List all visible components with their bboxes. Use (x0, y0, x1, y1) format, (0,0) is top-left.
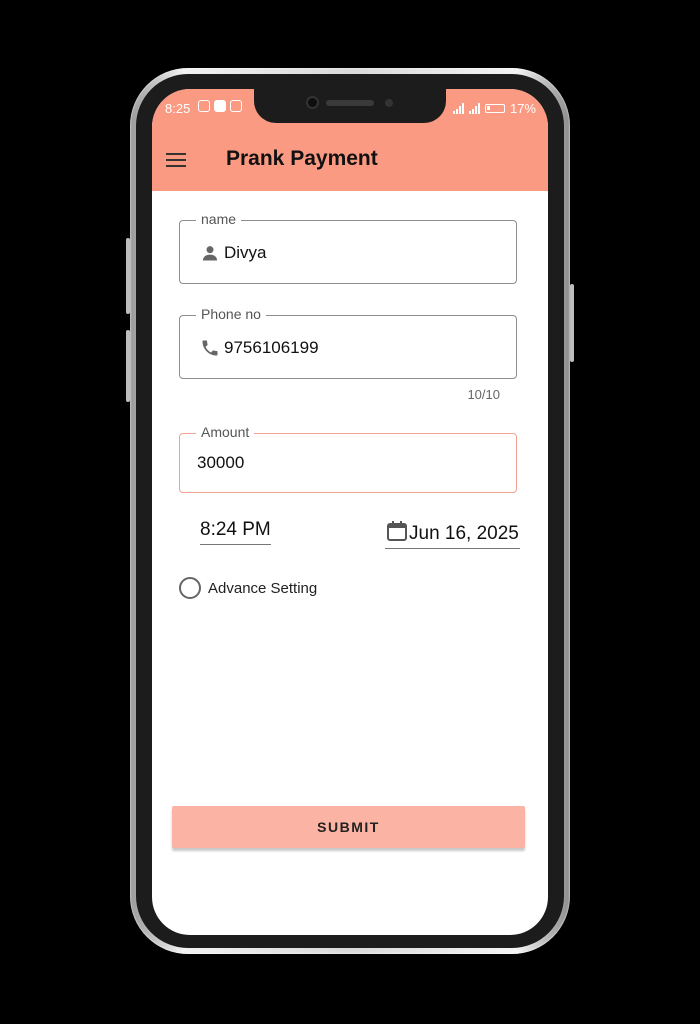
name-label: name (196, 211, 242, 227)
date-value: Jun 16, 2025 (409, 523, 519, 544)
proximity-sensor (385, 99, 393, 107)
volume-down-button (126, 330, 130, 402)
front-camera (306, 96, 319, 109)
app-notification-icon (214, 100, 226, 112)
name-value: Divya (224, 243, 267, 262)
notification-icons (198, 100, 242, 112)
phone-char-counter: 10/10 (467, 387, 500, 402)
advance-setting-radio[interactable] (179, 577, 201, 599)
earpiece-speaker (326, 100, 374, 106)
phone-label: Phone no (196, 306, 266, 322)
amount-label: Amount (196, 424, 255, 440)
name-field[interactable]: name Divya (179, 211, 517, 284)
amount-field[interactable]: Amount 30000 (179, 424, 517, 493)
phone-value: 9756106199 (224, 338, 319, 357)
signal-icon (452, 103, 464, 114)
calendar-icon (387, 521, 407, 541)
volume-up-button (126, 238, 130, 314)
phone-screen: 8:25 17% Prank Payment name Divya Phone … (152, 89, 548, 935)
system-icons: 17% (452, 101, 536, 116)
submit-button[interactable]: SUBMIT (172, 806, 525, 848)
battery-percent: 17% (509, 101, 536, 116)
phone-field[interactable]: Phone no 9756106199 (179, 306, 517, 379)
app-title: Prank Payment (226, 147, 378, 170)
power-button (570, 284, 574, 362)
menu-icon[interactable] (166, 153, 186, 167)
battery-icon (484, 104, 505, 113)
instagram-icon (198, 100, 210, 112)
status-time: 8:25 (165, 101, 191, 116)
time-picker[interactable]: 8:24 PM (200, 519, 271, 545)
gallery-icon (230, 100, 242, 112)
signal-2-icon (468, 103, 480, 114)
camera-notch (254, 89, 446, 123)
date-picker[interactable]: Jun 16, 2025 (385, 519, 520, 549)
phone-icon (202, 340, 218, 356)
amount-value: 30000 (197, 453, 245, 472)
app-bar: Prank Payment (152, 129, 548, 191)
advance-setting-label: Advance Setting (208, 580, 318, 597)
person-icon (202, 246, 218, 261)
